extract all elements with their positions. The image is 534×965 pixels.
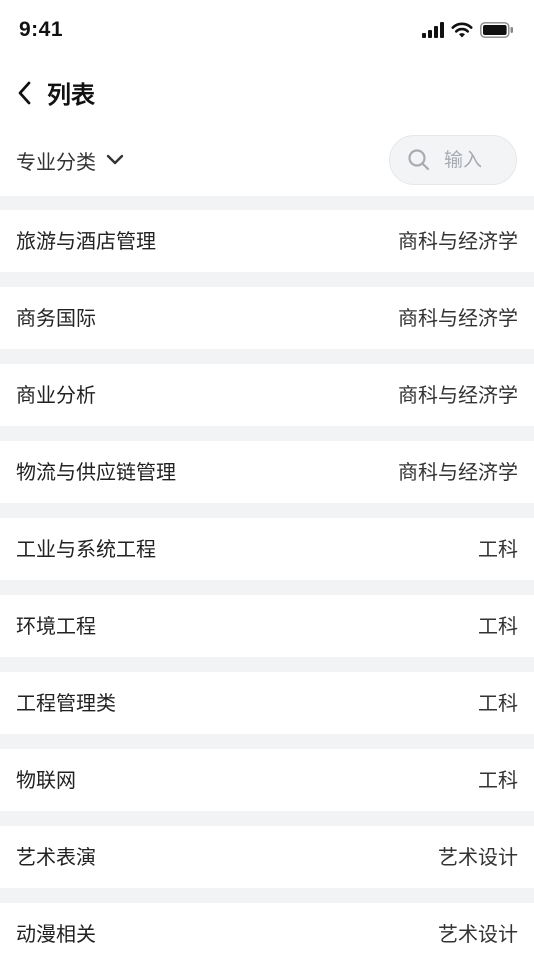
search-box[interactable] — [389, 135, 517, 185]
major-name: 工业与系统工程 — [16, 537, 156, 561]
status-time: 9:41 — [19, 18, 64, 41]
chevron-left-icon — [17, 80, 33, 110]
list-item[interactable]: 环境工程 工科 — [0, 595, 534, 657]
major-name: 艺术表演 — [16, 845, 96, 869]
signal-icon — [422, 22, 444, 42]
major-name: 商务国际 — [16, 306, 96, 330]
major-name: 动漫相关 — [16, 922, 96, 946]
list-item[interactable]: 物流与供应链管理 商科与经济学 — [0, 441, 534, 503]
major-category: 工科 — [478, 768, 518, 792]
list-item[interactable]: 物联网 工科 — [0, 749, 534, 811]
list-item[interactable]: 工业与系统工程 工科 — [0, 518, 534, 580]
major-category: 商科与经济学 — [398, 306, 518, 330]
major-name: 商业分析 — [16, 383, 96, 407]
major-category: 工科 — [478, 691, 518, 715]
status-bar: 9:41 — [0, 0, 534, 64]
filter-bar: 专业分类 — [0, 126, 534, 196]
major-name: 工程管理类 — [16, 691, 116, 715]
search-icon — [407, 148, 431, 172]
battery-icon — [480, 22, 514, 42]
list-item[interactable]: 商务国际 商科与经济学 — [0, 287, 534, 349]
list-item[interactable]: 工程管理类 工科 — [0, 672, 534, 734]
page-title: 列表 — [47, 81, 95, 109]
search-input[interactable] — [444, 147, 508, 173]
major-name: 物流与供应链管理 — [16, 460, 176, 484]
list-item[interactable]: 旅游与酒店管理 商科与经济学 — [0, 210, 534, 272]
major-category: 工科 — [478, 537, 518, 561]
major-category: 艺术设计 — [438, 922, 518, 946]
list-item[interactable]: 商业分析 商科与经济学 — [0, 364, 534, 426]
major-name: 物联网 — [16, 768, 76, 792]
list-item[interactable]: 艺术表演 艺术设计 — [0, 826, 534, 888]
status-icons — [422, 22, 514, 42]
wifi-icon — [451, 22, 473, 42]
major-category: 商科与经济学 — [398, 460, 518, 484]
major-category: 商科与经济学 — [398, 383, 518, 407]
major-category: 商科与经济学 — [398, 229, 518, 253]
nav-bar: 列表 — [0, 64, 534, 126]
major-name: 环境工程 — [16, 614, 96, 638]
chevron-down-icon — [106, 151, 124, 170]
category-dropdown[interactable]: 专业分类 — [16, 144, 124, 176]
list-item[interactable]: 动漫相关 艺术设计 — [0, 903, 534, 965]
back-button[interactable] — [12, 78, 38, 112]
major-category: 工科 — [478, 614, 518, 638]
major-name: 旅游与酒店管理 — [16, 229, 156, 253]
major-category: 艺术设计 — [438, 845, 518, 869]
category-dropdown-label: 专业分类 — [16, 149, 96, 174]
